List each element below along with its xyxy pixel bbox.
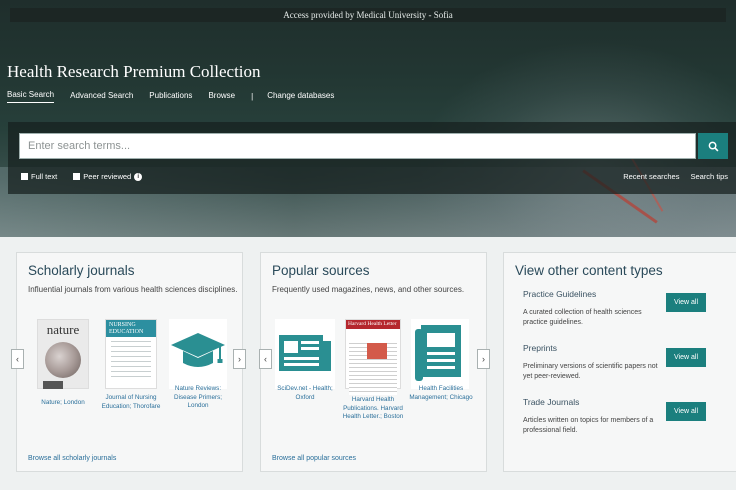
nature-masthead: nature [46,322,80,337]
harvard-masthead: Harvard Health Letter [346,320,400,329]
source-link-scidev[interactable]: SciDev.net - Health; Oxford [273,385,337,402]
harvard-cover-image [367,343,387,359]
content-type-desc: Articles written on topics for members o… [523,417,654,434]
scholarly-journals-title: Scholarly journals [28,263,135,278]
nature-cover-text [43,381,63,389]
other-content-types-card: View other content types Practice Guidel… [503,252,736,472]
main-nav: Basic Search Advanced Search Publication… [7,90,350,103]
source-link-harvard-health[interactable]: Harvard Health Publications. Harvard Hea… [341,396,405,422]
search-icon [708,141,718,151]
view-all-trade-journals-button[interactable]: View all [666,402,706,421]
document-icon [415,325,461,381]
browse-scholarly-link[interactable]: Browse all scholarly journals [28,455,116,462]
info-icon[interactable]: i [134,172,143,181]
nav-browse[interactable]: Browse [208,91,235,103]
nav-advanced-search[interactable]: Advanced Search [70,91,133,103]
peer-reviewed-checkbox[interactable] [73,173,81,180]
content-type-desc: Preliminary versions of scientific paper… [523,363,658,380]
harvard-cover-body [349,343,397,395]
search-button[interactable] [698,133,728,159]
popular-sources-title: Popular sources [272,263,370,278]
view-all-practice-guidelines-button[interactable]: View all [666,293,706,312]
journal-cover-nursing-education[interactable]: NURSING EDUCATION [105,319,157,389]
access-text: Access provided by Medical University - … [283,10,453,20]
source-cover-scidev[interactable] [275,319,335,389]
source-cover-harvard-health[interactable]: Harvard Health Letter [345,319,401,395]
journal-link-nature-reviews[interactable]: Nature Reviews: Disease Primers; London [166,385,230,411]
access-bar: Access provided by Medical University - … [10,8,726,22]
other-content-title: View other content types [515,263,663,278]
nursing-masthead: NURSING EDUCATION [106,320,156,337]
nav-change-databases[interactable]: Change databases [267,91,334,103]
nature-cover-image [45,342,81,378]
source-link-health-facilities[interactable]: Health Facilities Management; Chicago [409,385,473,402]
carousel-next-button[interactable]: › [233,349,246,369]
popular-sources-desc: Frequently used magazines, news, and oth… [272,285,465,294]
browse-popular-link[interactable]: Browse all popular sources [272,455,356,462]
page-title: Health Research Premium Collection [7,62,261,81]
nav-separator: | [251,92,254,101]
full-text-label: Full text [31,172,58,181]
search-links: Recent searches Search tips [612,172,728,181]
journal-link-nature[interactable]: Nature; London [31,399,95,408]
journal-link-nursing-education[interactable]: Journal of Nursing Education; Thorofare [99,394,163,411]
graduation-cap-icon [171,333,225,367]
journal-cover-placeholder[interactable] [169,319,227,389]
newspaper-icon [279,335,331,371]
nav-publications[interactable]: Publications [149,91,192,103]
hero-banner [0,0,736,237]
content-type-desc: A curated collection of health sciences … [523,309,642,326]
scholarly-journals-desc: Influential journals from various health… [28,285,238,294]
search-options: Full text Peer reviewed i [21,172,158,181]
full-text-checkbox[interactable] [21,173,28,180]
nav-basic-search[interactable]: Basic Search [7,90,55,103]
carousel-prev-button[interactable]: ‹ [259,349,272,369]
scholarly-journals-card: Scholarly journals Influential journals … [11,252,246,472]
carousel-next-button[interactable]: › [477,349,490,369]
view-all-preprints-button[interactable]: View all [666,348,706,367]
peer-reviewed-label: Peer reviewed [83,172,132,181]
recent-searches-link[interactable]: Recent searches [623,172,679,181]
search-input[interactable]: Enter search terms... [19,133,696,159]
popular-sources-card: Popular sources Frequently used magazine… [259,252,490,472]
journal-cover-nature[interactable]: nature [37,319,89,389]
carousel-prev-button[interactable]: ‹ [11,349,24,369]
search-tips-link[interactable]: Search tips [690,172,728,181]
source-cover-health-facilities[interactable] [411,319,469,389]
nursing-cover-body [111,341,151,381]
